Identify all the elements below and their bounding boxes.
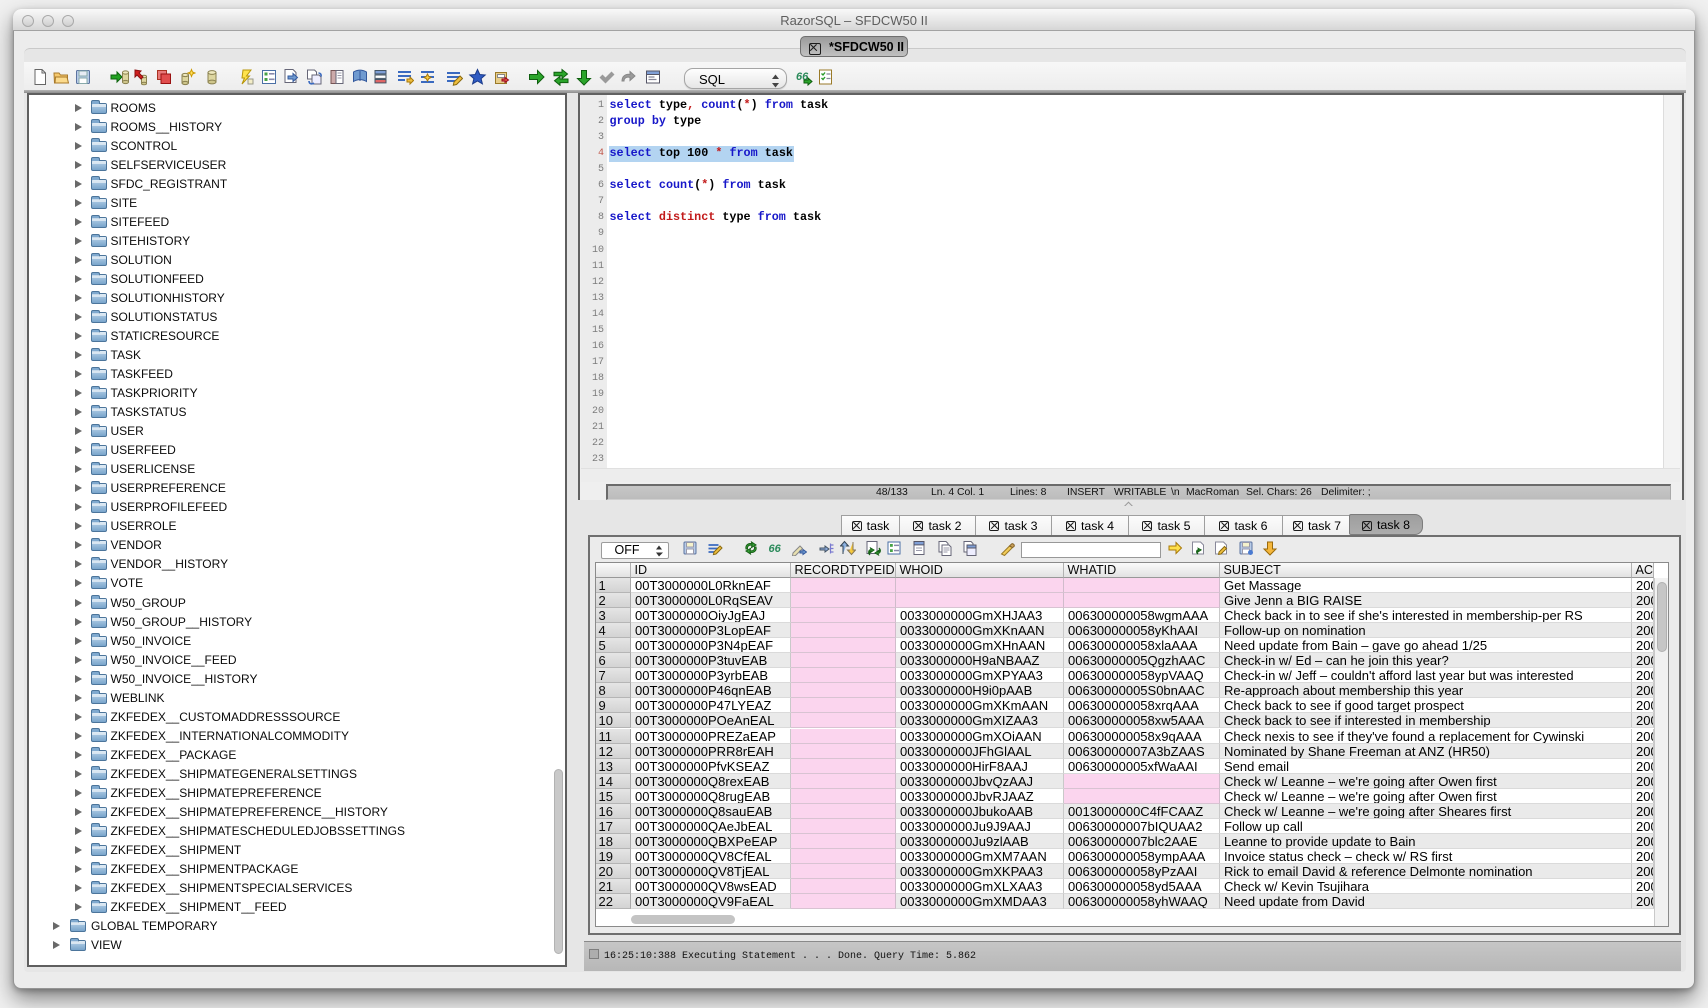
svg-text:66: 66 [769,543,782,555]
